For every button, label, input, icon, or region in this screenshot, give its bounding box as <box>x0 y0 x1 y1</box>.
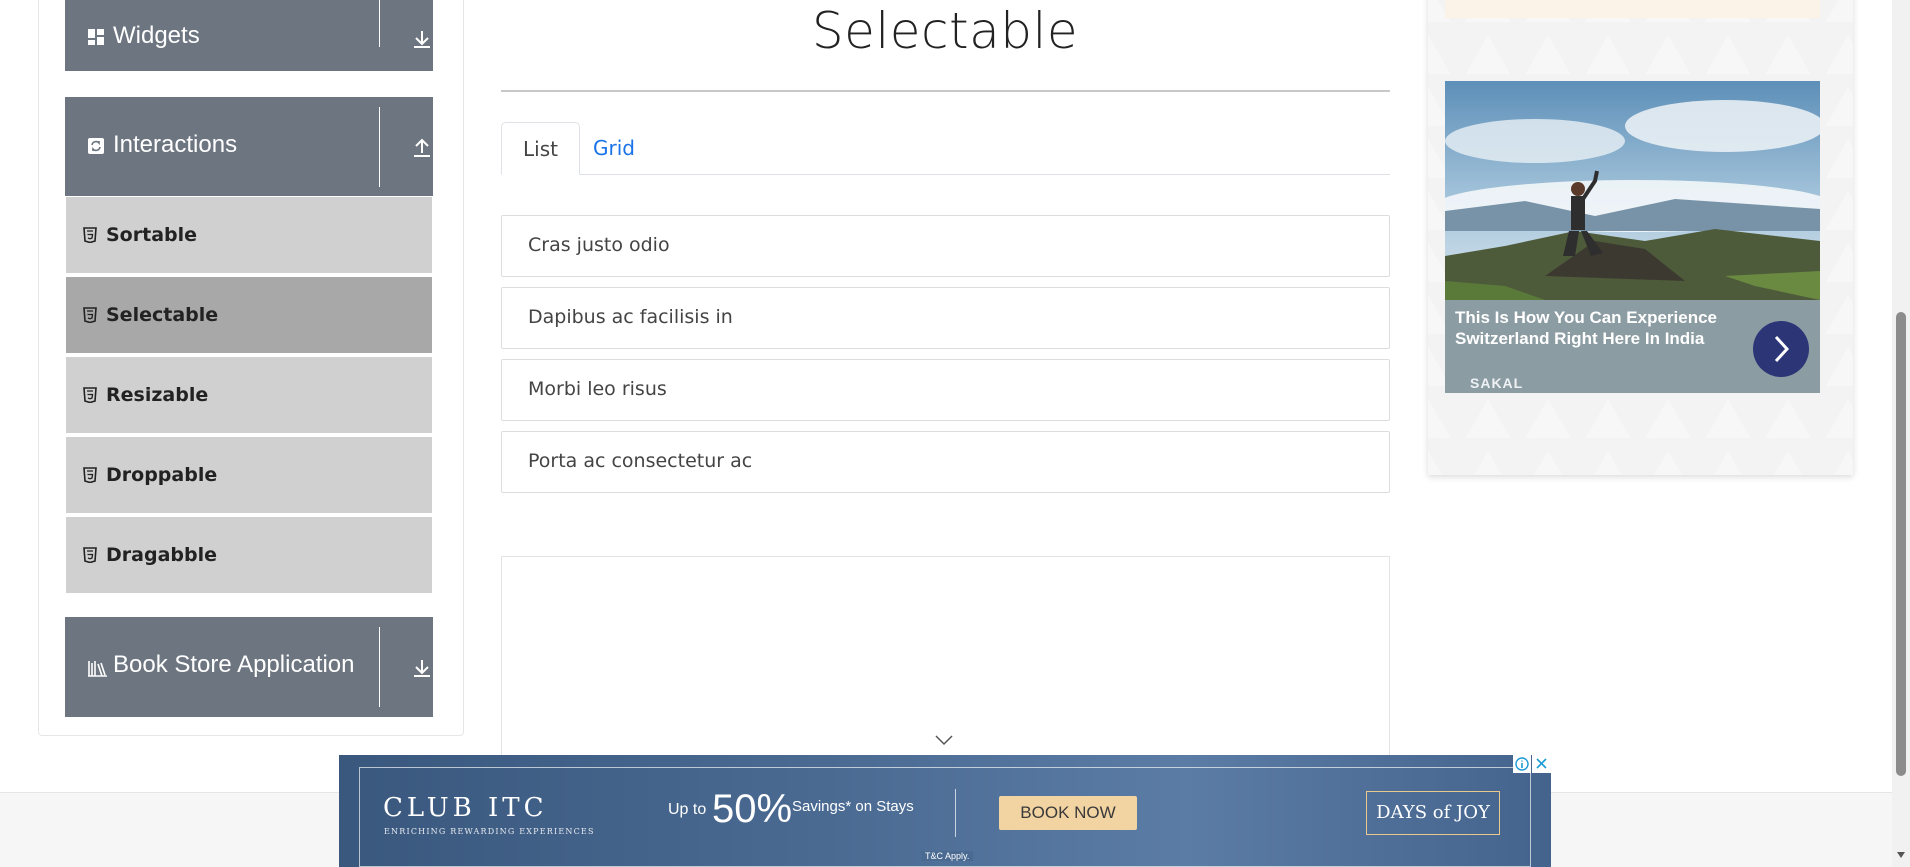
group-label-book-store: Book Store Application <box>113 651 355 678</box>
group-separator <box>379 0 380 47</box>
chevron-down-icon <box>935 735 953 746</box>
selectable-list-item[interactable]: Porta ac consectetur ac <box>501 431 1390 493</box>
sidebar: Widgets Interactions Sortable Selectable <box>38 0 464 736</box>
html5-icon <box>83 307 97 323</box>
interactions-icon <box>88 138 104 154</box>
group-header-widgets[interactable]: Widgets <box>65 0 433 71</box>
download-arrow-icon[interactable] <box>411 28 433 50</box>
html5-icon <box>83 547 97 563</box>
bottom-banner-ad[interactable]: CLUB ITC ENRICHING REWARDING EXPERIENCES… <box>339 755 1551 867</box>
ad-headline[interactable]: This Is How You Can Experience Switzerla… <box>1455 307 1755 349</box>
ad-brand-tagline: ENRICHING REWARDING EXPERIENCES <box>384 827 595 836</box>
menu-item-selectable[interactable]: Selectable <box>66 277 432 355</box>
tab-bar: List Grid <box>501 122 1390 175</box>
group-separator <box>379 107 380 187</box>
ad-offer-prefix: Up to <box>668 801 707 818</box>
html5-icon <box>83 387 97 403</box>
menu-item-label: Dragabble <box>106 544 217 566</box>
selectable-list-item[interactable]: Cras justo odio <box>501 215 1390 277</box>
group-label-interactions: Interactions <box>113 131 238 158</box>
list-item-text: Cras justo odio <box>528 234 670 256</box>
page: Widgets Interactions Sortable Selectable <box>0 0 1910 867</box>
book-now-button[interactable]: BOOK NOW <box>999 796 1137 830</box>
menu-item-label: Selectable <box>106 304 219 326</box>
ad-photo[interactable] <box>1445 81 1820 300</box>
group-label-widgets: Widgets <box>113 22 200 49</box>
books-icon <box>88 661 107 677</box>
menu-item-label: Resizable <box>106 384 209 406</box>
widgets-grid-icon <box>88 29 104 45</box>
group-separator <box>379 627 380 707</box>
selectable-list-item[interactable]: Dapibus ac facilisis in <box>501 287 1390 349</box>
vertical-scrollbar[interactable] <box>1892 0 1910 867</box>
group-header-interactions[interactable]: Interactions <box>65 97 433 196</box>
list-item-text: Dapibus ac facilisis in <box>528 306 733 328</box>
ad-brand: CLUB ITC <box>383 793 548 823</box>
group-header-book-store[interactable]: Book Store Application <box>65 617 433 717</box>
side-advertisement[interactable]: This Is How You Can Experience Switzerla… <box>1428 0 1853 475</box>
ad-offer-suffix: Savings* on Stays <box>792 798 914 815</box>
menu-item-droppable[interactable]: Droppable <box>66 437 432 515</box>
ad-terms: T&C Apply. <box>921 851 974 861</box>
menu-item-resizable[interactable]: Resizable <box>66 357 432 435</box>
list-item-text: Porta ac consectetur ac <box>528 450 753 472</box>
download-arrow-icon[interactable] <box>411 657 433 679</box>
page-title: Selectable <box>811 2 1079 60</box>
tab-grid[interactable]: Grid <box>572 122 656 175</box>
menu-item-label: Droppable <box>106 464 218 486</box>
html5-icon <box>83 467 97 483</box>
ad-top-strip <box>1445 0 1820 18</box>
menu-item-sortable[interactable]: Sortable <box>66 197 432 275</box>
chevron-right-icon <box>1774 335 1790 363</box>
ad-info-icon[interactable] <box>1513 755 1531 773</box>
ad-offer-value: 50% <box>712 787 793 831</box>
title-divider <box>501 90 1390 92</box>
ad-campaign-logo: DAYS of JOY <box>1366 791 1500 835</box>
scroll-down-arrow-icon[interactable] <box>1896 850 1906 860</box>
upload-arrow-icon[interactable] <box>411 137 433 159</box>
list-item-text: Morbi leo risus <box>528 378 667 400</box>
menu-item-label: Sortable <box>106 224 198 246</box>
ad-placeholder-panel <box>501 556 1390 756</box>
ad-next-button[interactable] <box>1753 321 1809 377</box>
scrollbar-thumb[interactable] <box>1896 312 1906 776</box>
ad-close-icon[interactable] <box>1532 755 1551 773</box>
tab-list[interactable]: List <box>501 122 580 175</box>
html5-icon <box>83 227 97 243</box>
ad-caption[interactable]: This Is How You Can Experience Switzerla… <box>1445 300 1820 393</box>
ad-source: SAKAL <box>1470 375 1524 391</box>
menu-item-dragabble[interactable]: Dragabble <box>66 517 432 595</box>
ad-divider <box>955 789 956 837</box>
selectable-list-item[interactable]: Morbi leo risus <box>501 359 1390 421</box>
